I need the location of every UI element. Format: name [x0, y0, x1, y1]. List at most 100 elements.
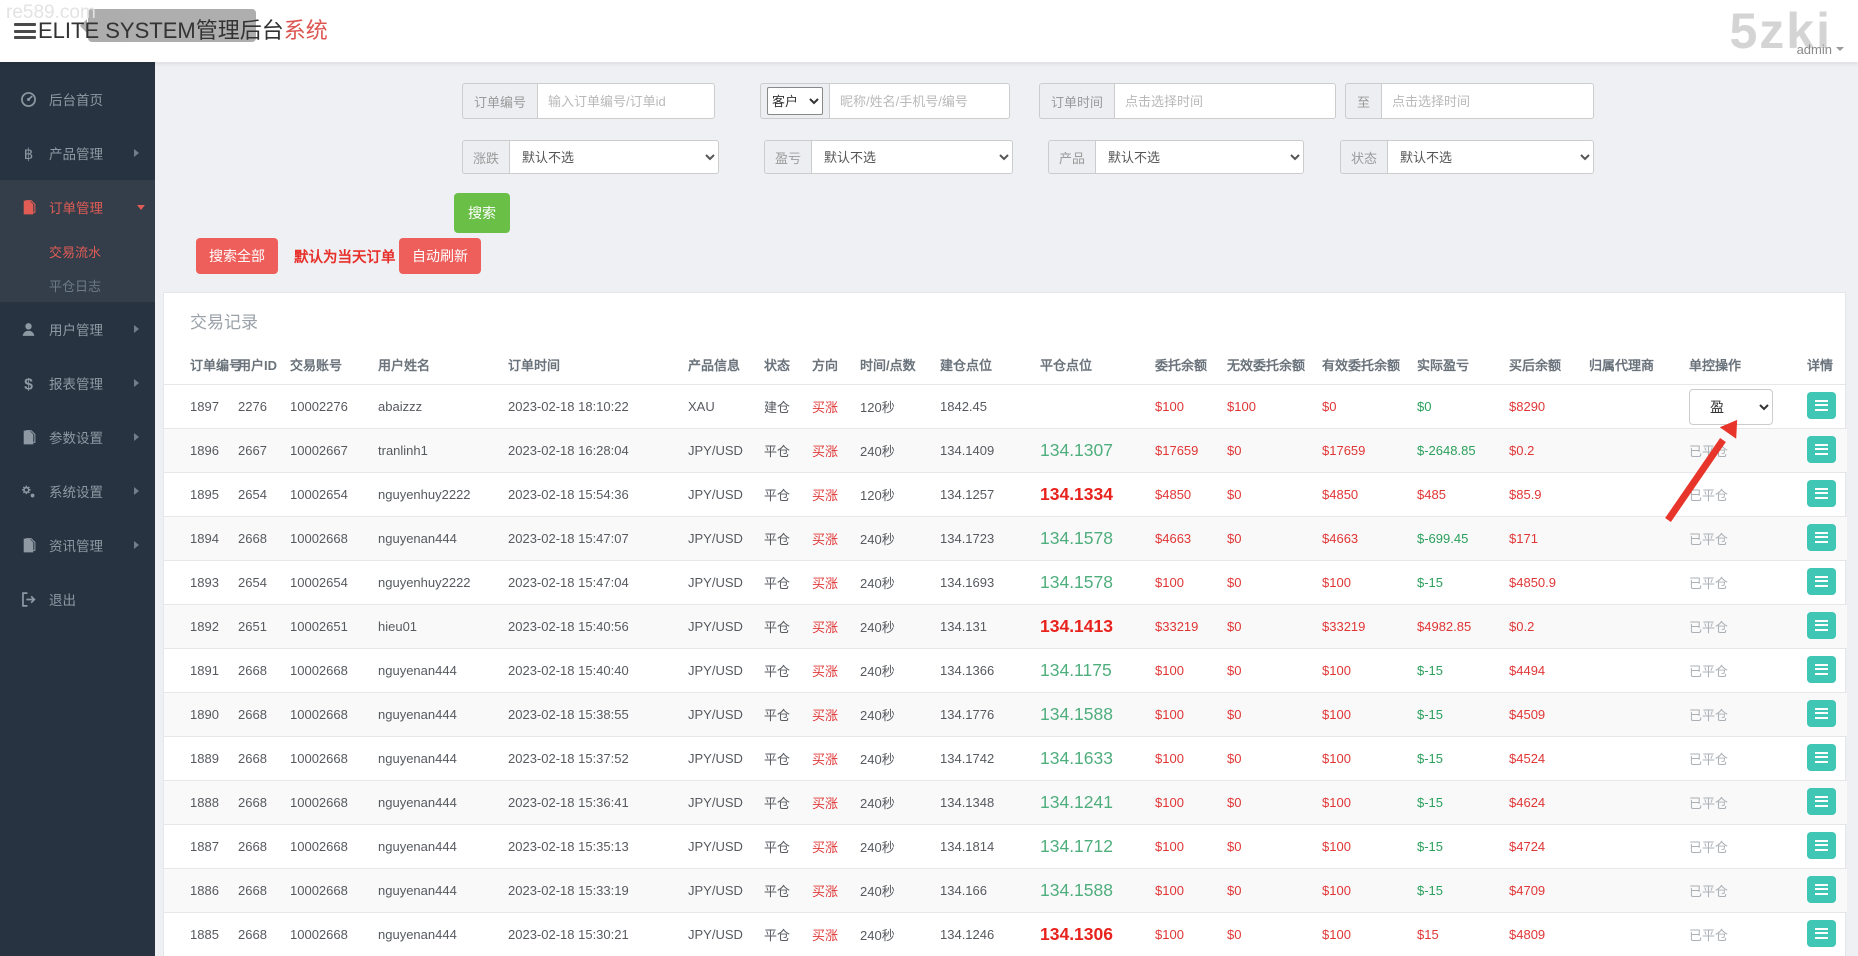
list-icon [1815, 532, 1828, 543]
sidebar-subitem-trade-flow[interactable]: 交易流水 [0, 234, 155, 268]
user-menu[interactable]: admin [1797, 42, 1844, 57]
closed-status-text: 已平仓 [1689, 488, 1728, 503]
search-all-button[interactable]: 搜索全部 [196, 238, 278, 274]
menu-toggle-icon[interactable] [14, 23, 36, 39]
sidebar-subitem-close-log[interactable]: 平仓日志 [0, 268, 155, 302]
updown-select[interactable]: 默认不选 [509, 140, 719, 174]
status-select[interactable]: 默认不选 [1387, 140, 1594, 174]
updown-label: 涨跌 [462, 140, 509, 174]
cell-time: 2023-02-18 15:37:52 [502, 737, 682, 781]
cell-time: 2023-02-18 15:38:55 [502, 693, 682, 737]
sidebar-item-logout[interactable]: 退出 [0, 572, 155, 626]
cell-open: 134.166 [934, 869, 1034, 913]
cell-product: JPY/USD [682, 473, 758, 517]
cell-uid: 2667 [232, 429, 284, 473]
cell-open: 134.1693 [934, 561, 1034, 605]
time-from-input[interactable] [1114, 83, 1336, 119]
cell-uid: 2668 [232, 693, 284, 737]
cell-close: 134.1334 [1034, 473, 1149, 517]
column-header-0: 订单编号 [164, 347, 232, 385]
customer-input[interactable] [829, 83, 1010, 119]
cell-direction: 买涨 [806, 561, 854, 605]
list-icon [1815, 444, 1828, 455]
time-to-input[interactable] [1381, 83, 1594, 119]
cell-valid: $4663 [1316, 517, 1411, 561]
sidebar-item-news[interactable]: 资讯管理 [0, 518, 155, 572]
product-select[interactable]: 默认不选 [1095, 140, 1304, 174]
cell-control: 已平仓 [1683, 825, 1801, 869]
cell-status: 平仓 [758, 561, 806, 605]
detail-button[interactable] [1807, 612, 1836, 639]
search-button[interactable]: 搜索 [454, 193, 510, 233]
cell-agent [1583, 517, 1683, 561]
cell-open: 134.1723 [934, 517, 1034, 561]
list-icon [1815, 840, 1828, 851]
detail-button[interactable] [1807, 700, 1836, 727]
cell-valid: $100 [1316, 825, 1411, 869]
cell-account: 10002651 [284, 605, 372, 649]
cell-product: JPY/USD [682, 561, 758, 605]
cell-open: 1842.45 [934, 385, 1034, 429]
detail-button[interactable] [1807, 656, 1836, 683]
chevron-right-icon [134, 149, 143, 157]
detail-button[interactable] [1807, 524, 1836, 551]
cell-uid: 2668 [232, 781, 284, 825]
cell-name: nguyenan444 [372, 825, 502, 869]
detail-button[interactable] [1807, 832, 1836, 859]
control-select[interactable]: 盈 [1689, 389, 1773, 425]
cell-valid: $33219 [1316, 605, 1411, 649]
sidebar-item-orders[interactable]: 订单管理 [0, 180, 155, 234]
sidebar-item-reports[interactable]: $ 报表管理 [0, 356, 155, 410]
detail-button[interactable] [1807, 788, 1836, 815]
detail-button[interactable] [1807, 876, 1836, 903]
cell-uid: 2651 [232, 605, 284, 649]
detail-button[interactable] [1807, 920, 1836, 947]
cell-agent [1583, 869, 1683, 913]
detail-button[interactable] [1807, 392, 1836, 419]
cell-account: 10002668 [284, 913, 372, 956]
sidebar-item-params[interactable]: 参数设置 [0, 410, 155, 464]
detail-button[interactable] [1807, 480, 1836, 507]
cell-status: 平仓 [758, 825, 806, 869]
cell-product: JPY/USD [682, 517, 758, 561]
cell-open: 134.1257 [934, 473, 1034, 517]
chevron-right-icon [134, 325, 143, 333]
cell-name: nguyenan444 [372, 737, 502, 781]
detail-button[interactable] [1807, 744, 1836, 771]
detail-button[interactable] [1807, 436, 1836, 463]
cell-agent [1583, 781, 1683, 825]
auto-refresh-button[interactable]: 自动刷新 [399, 238, 481, 274]
sidebar-item-products[interactable]: ฿ 产品管理 [0, 126, 155, 180]
cell-account: 10002668 [284, 781, 372, 825]
profit-select[interactable]: 默认不选 [811, 140, 1013, 174]
cell-id: 1887 [164, 825, 232, 869]
cell-duration: 240秒 [854, 429, 934, 473]
cell-direction: 买涨 [806, 737, 854, 781]
cell-entrust: $100 [1149, 693, 1221, 737]
list-icon [1815, 488, 1828, 499]
cell-name: nguyenan444 [372, 781, 502, 825]
cell-after: $4809 [1503, 913, 1583, 956]
order-no-input[interactable] [537, 83, 715, 119]
cell-profit: $-15 [1411, 693, 1503, 737]
sidebar-item-system[interactable]: 系统设置 [0, 464, 155, 518]
cell-product: JPY/USD [682, 605, 758, 649]
cell-account: 10002654 [284, 473, 372, 517]
cell-after: $4724 [1503, 825, 1583, 869]
sidebar-item-users[interactable]: 用户管理 [0, 302, 155, 356]
table-row: 1897227610002276abaizzz2023-02-18 18:10:… [164, 385, 1847, 429]
cell-entrust: $100 [1149, 781, 1221, 825]
cell-detail [1801, 825, 1847, 869]
customer-type-select[interactable]: 客户 [767, 87, 823, 115]
cell-name: nguyenhuy2222 [372, 561, 502, 605]
cell-control: 已平仓 [1683, 517, 1801, 561]
cell-status: 平仓 [758, 429, 806, 473]
sidebar-item-dashboard[interactable]: 后台首页 [0, 72, 155, 126]
column-header-5: 产品信息 [682, 347, 758, 385]
detail-button[interactable] [1807, 568, 1836, 595]
cell-duration: 240秒 [854, 781, 934, 825]
cell-detail [1801, 913, 1847, 956]
cell-control: 已平仓 [1683, 913, 1801, 956]
cell-status: 平仓 [758, 473, 806, 517]
product-icon: ฿ [20, 145, 37, 162]
